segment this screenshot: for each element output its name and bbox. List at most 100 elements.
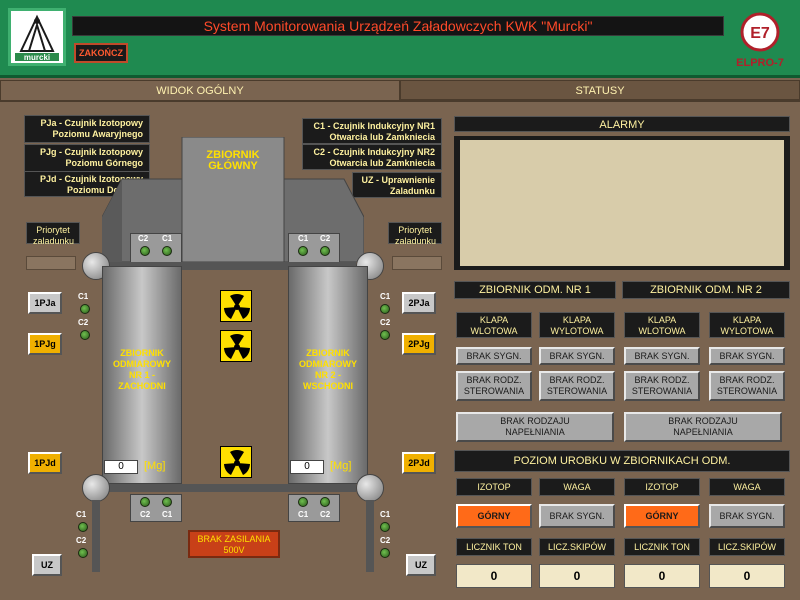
main-right-c2-led <box>320 246 330 256</box>
tank2-in-signal[interactable]: BRAK SYGN. <box>624 347 700 365</box>
tank-left-label: ZBIORNIK ODMIAROWY NR 1 - ZACHODNI <box>113 348 171 391</box>
bottom-pipe <box>96 484 356 492</box>
tank2-klapa-wlotowa: KLAPA WLOTOWA <box>624 312 700 338</box>
header-bar <box>0 0 800 78</box>
tab-statusy[interactable]: STATUSY <box>400 80 800 100</box>
button-1pja[interactable]: 1PJa <box>28 292 62 314</box>
button-2pjd[interactable]: 2PJd <box>402 452 436 474</box>
tank1-izotop-status[interactable]: GÓRNY <box>456 504 532 528</box>
alarms-list[interactable] <box>460 140 784 266</box>
radiation-icon-mid <box>220 330 252 362</box>
bottom-right-c1-led <box>298 497 308 507</box>
main-right-c1-led <box>298 246 308 256</box>
tank2-skipow-label: LICZ.SKIPÓW <box>709 538 785 556</box>
tank1-waga-label: WAGA <box>539 478 615 496</box>
svg-text:ELPRO-7: ELPRO-7 <box>736 57 784 69</box>
left-bottom-valve <box>82 474 110 502</box>
button-uz-left[interactable]: UZ <box>32 554 62 576</box>
alarms-title: ALARMY <box>454 116 790 132</box>
bottom-right-c2-led <box>320 497 330 507</box>
bottom-left-c1-label: C1 <box>162 510 173 519</box>
left-c1-led <box>80 304 90 314</box>
main-left-c1-led <box>162 246 172 256</box>
main-right-c2-label: C2 <box>320 234 331 243</box>
button-1pjg[interactable]: 1PJg <box>28 333 62 355</box>
tank2-klapa-wylotowa: KLAPA WYLOTOWA <box>709 312 785 338</box>
right-c2-led <box>380 330 390 340</box>
tank1-waga-status[interactable]: BRAK SYGN. <box>539 504 615 528</box>
main-tank-right-sensors <box>288 233 340 263</box>
bottom-left-c1-led <box>162 497 172 507</box>
left-bot-c2-label: C2 <box>76 536 87 545</box>
left-c1-label: C1 <box>78 292 89 301</box>
tank2-waga-label: WAGA <box>709 478 785 496</box>
bottom-right-sensors <box>288 494 340 522</box>
exit-button[interactable]: ZAKOŃCZ <box>74 43 128 63</box>
tank-right-label: ZBIORNIK ODMIAROWY NR 2 - WSCHODNI <box>299 348 357 391</box>
button-1pjd[interactable]: 1PJd <box>28 452 62 474</box>
tank2-out-control[interactable]: BRAK RODZ. STEROWANIA <box>709 371 785 401</box>
priority-right-label: Priorytet zaladunku <box>388 222 442 246</box>
tank-right-weight: 0 <box>290 460 324 474</box>
tab-widok-ogolny[interactable]: WIDOK OGÓLNY <box>0 80 400 100</box>
power-status: BRAK ZASILANIA 500V <box>188 530 280 558</box>
right-bot-c2-label: C2 <box>380 536 391 545</box>
radiation-icon-bottom <box>220 446 252 478</box>
tank1-out-signal[interactable]: BRAK SYGN. <box>539 347 615 365</box>
tank-left-unit: [Mg] <box>144 460 166 472</box>
right-bot-c1-label: C1 <box>380 510 391 519</box>
left-bot-c1-led <box>78 522 88 532</box>
right-bot-c1-led <box>380 522 390 532</box>
tank1-izotop-label: IZOTOP <box>456 478 532 496</box>
right-c1-led <box>380 304 390 314</box>
bottom-left-sensors <box>130 494 182 522</box>
tank2-title: ZBIORNIK ODM. NR 2 <box>622 281 790 299</box>
murcki-logo: murcki <box>8 8 66 66</box>
tank2-in-control[interactable]: BRAK RODZ. STEROWANIA <box>624 371 700 401</box>
priority-right-field <box>392 256 442 270</box>
main-left-c2-led <box>140 246 150 256</box>
main-right-c1-label: C1 <box>298 234 309 243</box>
main-left-c2-label: C2 <box>138 234 149 243</box>
legend-uz: UZ - Uprawnienie Zaladunku <box>352 172 442 198</box>
tank1-skipow-value: 0 <box>539 564 615 588</box>
main-left-c1-label: C1 <box>162 234 173 243</box>
left-bot-c2-led <box>78 548 88 558</box>
left-bot-c1-label: C1 <box>76 510 87 519</box>
left-down-pipe <box>92 500 100 572</box>
tank1-licznik-label: LICZNIK TON <box>456 538 532 556</box>
right-c2-label: C2 <box>380 318 391 327</box>
left-c2-led <box>80 330 90 340</box>
bottom-right-c2-label: C2 <box>320 510 331 519</box>
tank1-out-control[interactable]: BRAK RODZ. STEROWANIA <box>539 371 615 401</box>
tank2-fill-mode[interactable]: BRAK RODZAJU NAPEŁNIANIA <box>624 412 782 442</box>
tank1-klapa-wylotowa: KLAPA WYLOTOWA <box>539 312 615 338</box>
tank1-title: ZBIORNIK ODM. NR 1 <box>454 281 616 299</box>
svg-text:murcki: murcki <box>24 53 50 62</box>
app-title: System Monitorowania Urządzeń Załadowczy… <box>72 16 724 36</box>
main-tank-label: ZBIORNIK GŁÓWNY <box>206 149 260 172</box>
bottom-left-c2-led <box>140 497 150 507</box>
tank-right-unit: [Mg] <box>330 460 352 472</box>
tank2-izotop-label: IZOTOP <box>624 478 700 496</box>
left-c2-label: C2 <box>78 318 89 327</box>
tank2-skipow-value: 0 <box>709 564 785 588</box>
radiation-icon-top <box>220 290 252 322</box>
tank2-izotop-status[interactable]: GÓRNY <box>624 504 700 528</box>
tank1-in-signal[interactable]: BRAK SYGN. <box>456 347 532 365</box>
tank1-fill-mode[interactable]: BRAK RODZAJU NAPEŁNIANIA <box>456 412 614 442</box>
tank1-klapa-wlotowa: KLAPA WLOTOWA <box>456 312 532 338</box>
tank-left-weight: 0 <box>104 460 138 474</box>
button-uz-right[interactable]: UZ <box>406 554 436 576</box>
svg-text:E7: E7 <box>750 25 770 42</box>
button-2pjg[interactable]: 2PJg <box>402 333 436 355</box>
elpro-logo: E7 ELPRO-7 <box>728 8 792 72</box>
right-bottom-valve <box>356 474 384 502</box>
tank2-waga-status[interactable]: BRAK SYGN. <box>709 504 785 528</box>
tank1-in-control[interactable]: BRAK RODZ. STEROWANIA <box>456 371 532 401</box>
button-2pja[interactable]: 2PJa <box>402 292 436 314</box>
tank2-out-signal[interactable]: BRAK SYGN. <box>709 347 785 365</box>
priority-left-field <box>26 256 76 270</box>
bottom-left-c2-label: C2 <box>140 510 151 519</box>
right-down-pipe <box>366 500 374 572</box>
